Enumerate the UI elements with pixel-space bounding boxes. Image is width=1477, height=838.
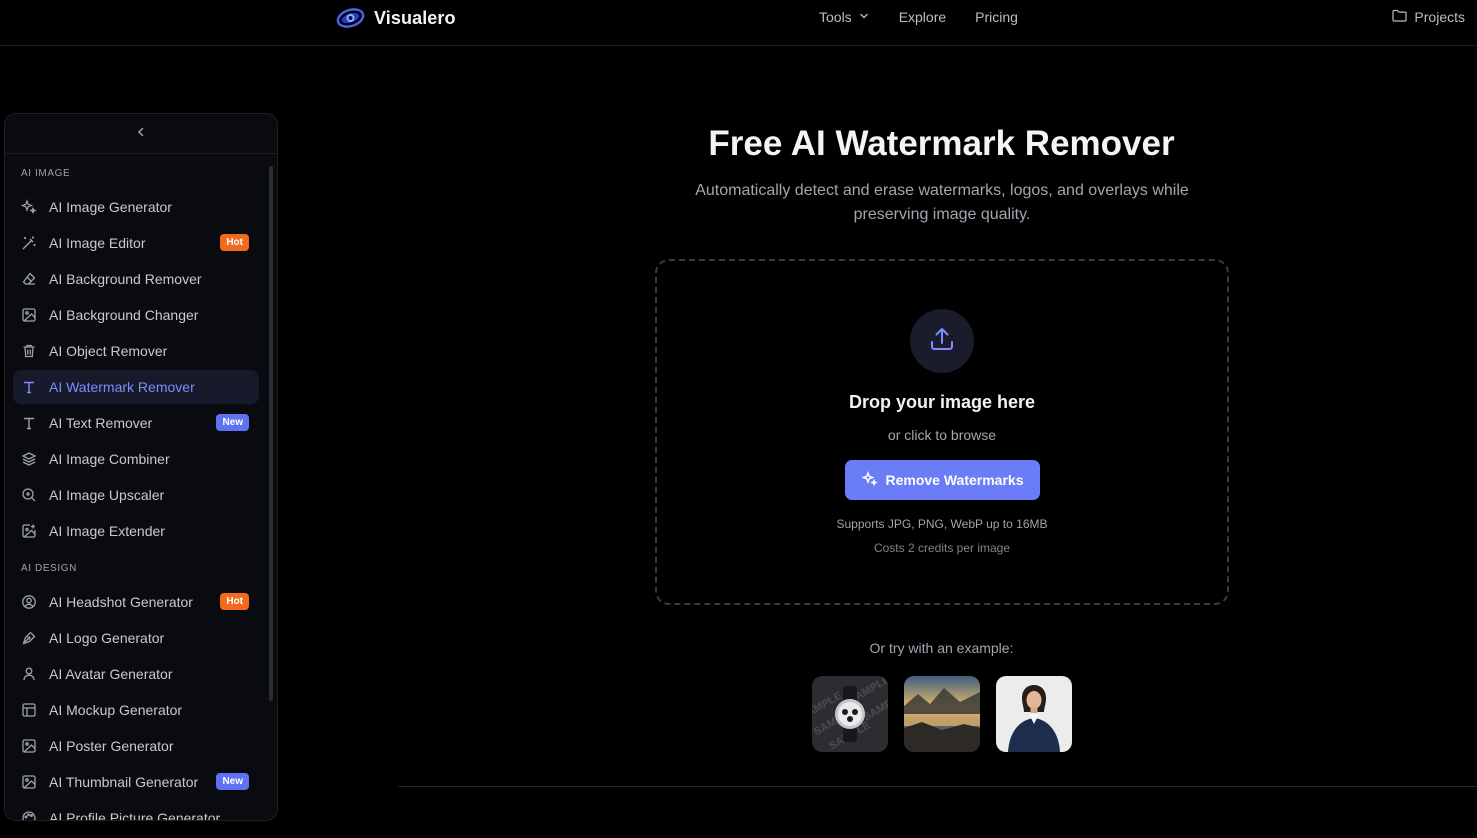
sidebar-item-label: AI Watermark Remover (49, 379, 195, 395)
sidebar-item-ai-object-remover[interactable]: AI Object Remover (13, 334, 259, 368)
supported-formats-text: Supports JPG, PNG, WebP up to 16MB (836, 517, 1048, 531)
sidebar-item-ai-poster-generator[interactable]: AI Poster Generator (13, 729, 259, 763)
hot-badge: Hot (220, 593, 249, 610)
credit-cost-text: Costs 2 credits per image (873, 541, 1011, 555)
sidebar-item-label: AI Image Combiner (49, 451, 170, 467)
chevron-down-icon (858, 9, 870, 25)
sidebar-scrollbar[interactable] (269, 166, 273, 701)
examples-label: Or try with an example: (869, 640, 1014, 656)
new-badge: New (216, 773, 249, 790)
sidebar-item-label: AI Image Upscaler (49, 487, 165, 503)
dropzone-subtitle: or click to browse (887, 427, 997, 443)
sparkles-icon (21, 199, 37, 215)
sidebar-item-ai-image-extender[interactable]: AI Image Extender (13, 514, 259, 548)
sidebar-item-label: AI Logo Generator (49, 630, 165, 646)
text-icon (21, 415, 37, 431)
user-icon (21, 666, 37, 682)
sidebar-item-ai-logo-generator[interactable]: AI Logo Generator (13, 621, 259, 655)
sidebar-item-label: AI Image Generator (49, 199, 172, 215)
sidebar-item-ai-watermark-remover[interactable]: AI Watermark Remover (13, 370, 259, 404)
sidebar-item-label: AI Object Remover (49, 343, 168, 359)
user-circle-icon (21, 594, 37, 610)
sidebar-item-ai-profile-picture-generator[interactable]: AI Profile Picture Generator (13, 801, 259, 821)
chevron-left-icon (135, 125, 147, 143)
sidebar-item-label: AI Headshot Generator (49, 594, 193, 610)
sidebar-item-label: AI Background Changer (49, 307, 199, 323)
brand-logo[interactable]: Visualero (336, 5, 456, 31)
brand-name: Visualero (374, 7, 456, 28)
nav-pricing[interactable]: Pricing (975, 9, 1018, 25)
sidebar-item-ai-headshot-generator[interactable]: AI Headshot Generator Hot (13, 585, 259, 619)
sidebar-item-ai-text-remover[interactable]: AI Text Remover New (13, 406, 259, 440)
projects-label: Projects (1414, 9, 1465, 25)
eye-logo-icon (336, 5, 365, 31)
content-divider (398, 786, 1477, 787)
main-nav: Tools Explore Pricing (819, 9, 1018, 25)
sidebar-item-ai-image-editor[interactable]: AI Image Editor Hot (13, 226, 259, 260)
image-dropzone[interactable]: Drop your image here or click to browse … (655, 259, 1229, 605)
sidebar-item-ai-image-generator[interactable]: AI Image Generator (13, 190, 259, 224)
hot-badge: Hot (220, 234, 249, 251)
remove-watermarks-button[interactable]: Remove Watermarks (845, 460, 1040, 500)
image-icon (21, 307, 37, 323)
new-badge: New (216, 414, 249, 431)
image-icon (21, 774, 37, 790)
palette-icon (21, 810, 37, 820)
nav-pricing-label: Pricing (975, 9, 1018, 25)
top-navigation-bar: Visualero Tools Explore Pricing Projects (0, 0, 1477, 46)
sidebar-item-label: AI Avatar Generator (49, 666, 173, 682)
section-title-ai-design: AI DESIGN (21, 563, 77, 574)
sidebar-item-label: AI Profile Picture Generator (49, 810, 221, 821)
projects-link[interactable]: Projects (1392, 9, 1465, 25)
pen-nib-icon (21, 630, 37, 646)
example-thumbnail-watch[interactable]: SAMPLE SAMPLE SAMPLE SAMPLE SAMPLE (812, 676, 888, 752)
dropzone-title: Drop your image here (848, 392, 1036, 412)
sidebar-item-label: AI Thumbnail Generator (49, 774, 199, 790)
folder-icon (1392, 9, 1408, 25)
upload-icon (928, 325, 956, 358)
text-icon (21, 379, 37, 395)
sidebar-item-label: AI Background Remover (49, 271, 202, 287)
sidebar-item-ai-image-combiner[interactable]: AI Image Combiner (13, 442, 259, 476)
sidebar-item-ai-avatar-generator[interactable]: AI Avatar Generator (13, 657, 259, 691)
page-subtitle: Automatically detect and erase watermark… (695, 182, 1189, 223)
example-thumbnail-lake[interactable] (904, 676, 980, 752)
nav-explore[interactable]: Explore (899, 9, 946, 25)
image-plus-icon (21, 523, 37, 539)
tools-sidebar: AI IMAGE AI Image Generator AI Image Edi… (4, 113, 278, 821)
sidebar-item-label: AI Text Remover (49, 415, 153, 431)
sidebar-item-ai-background-remover[interactable]: AI Background Remover (13, 262, 259, 296)
sparkles-icon (860, 470, 878, 490)
section-title-ai-image: AI IMAGE (21, 168, 71, 179)
zoom-in-icon (21, 487, 37, 503)
trash-icon (21, 343, 37, 359)
sidebar-item-ai-image-upscaler[interactable]: AI Image Upscaler (13, 478, 259, 512)
sidebar-item-ai-mockup-generator[interactable]: AI Mockup Generator (13, 693, 259, 727)
nav-tools-label: Tools (819, 9, 852, 25)
sidebar-item-label: AI Image Extender (49, 523, 165, 539)
sidebar-item-ai-background-changer[interactable]: AI Background Changer (13, 298, 259, 332)
magic-wand-icon (21, 235, 37, 251)
nav-tools[interactable]: Tools (819, 9, 870, 25)
example-thumbnail-portrait[interactable] (996, 676, 1072, 752)
sidebar-item-label: AI Image Editor (49, 235, 146, 251)
sidebar-item-label: AI Mockup Generator (49, 702, 183, 718)
page-title: Free AI Watermark Remover (708, 124, 1175, 163)
nav-explore-label: Explore (898, 9, 947, 25)
sidebar-item-label: AI Poster Generator (49, 738, 174, 754)
layers-icon (21, 451, 37, 467)
remove-watermarks-label: Remove Watermarks (885, 472, 1024, 488)
image-icon (21, 738, 37, 754)
sidebar-item-ai-thumbnail-generator[interactable]: AI Thumbnail Generator New (13, 765, 259, 799)
upload-icon-container (910, 309, 974, 373)
collapse-sidebar-button[interactable] (5, 114, 277, 154)
layout-icon (21, 702, 37, 718)
eraser-icon (21, 271, 37, 287)
